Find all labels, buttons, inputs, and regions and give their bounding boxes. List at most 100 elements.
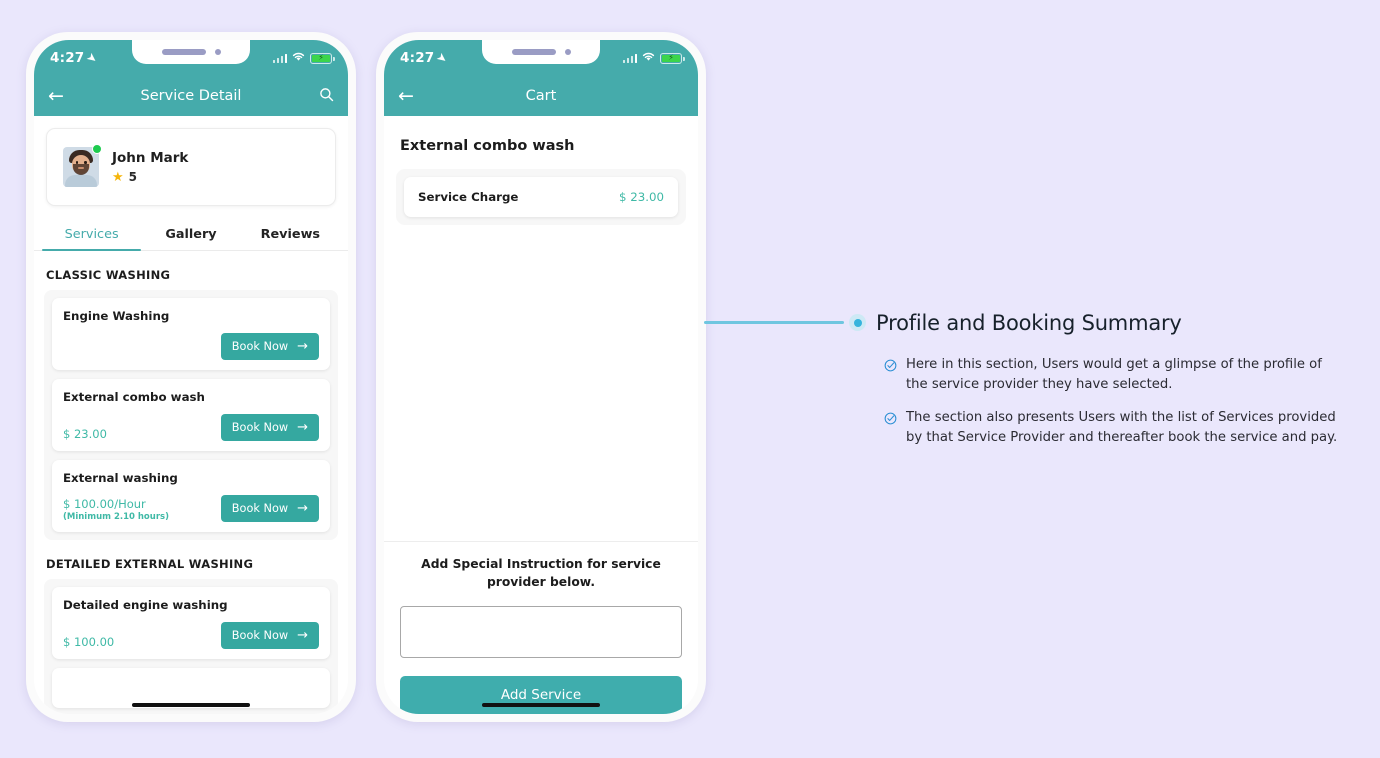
annotation-bullet: The section also presents Users with the…: [876, 408, 1346, 448]
tab-gallery[interactable]: Gallery: [141, 218, 240, 250]
wifi-icon: [292, 52, 305, 64]
annotation-bullet: Here in this section, Users would get a …: [876, 355, 1346, 395]
cart-line-item: Service Charge $ 23.00: [404, 177, 678, 217]
phone-mockup-service-detail: 4:27 ➤ ⚡ ← Service Detail John Mark ★ 5 …: [26, 32, 356, 722]
status-bar-clock: 4:27 ➤: [50, 49, 101, 67]
provider-name: John Mark: [112, 150, 189, 166]
annotation-bullet-list: Here in this section, Users would get a …: [876, 355, 1346, 448]
special-instruction-input[interactable]: [400, 606, 682, 658]
status-bar: 4:27 ➤ ⚡: [384, 40, 698, 76]
status-bar-icons: ⚡: [272, 52, 335, 64]
annotation-title: Profile and Booking Summary: [876, 311, 1182, 335]
book-now-button[interactable]: Book Now →: [220, 495, 319, 522]
search-icon[interactable]: [319, 87, 334, 106]
section-label-detailed-external-washing: DETAILED EXTERNAL WASHING: [46, 557, 254, 571]
cart-footer: Add Special Instruction for service prov…: [384, 541, 698, 714]
service-card-row: $ 100.00 Book Now →: [63, 621, 319, 649]
clock-time: 4:27: [50, 50, 85, 66]
navigation-bar: ← Service Detail: [34, 76, 348, 116]
book-now-label: Book Now: [231, 421, 289, 434]
battery-charging-icon: ⚡: [660, 52, 685, 64]
cart-body: External combo wash Service Charge $ 23.…: [384, 116, 698, 714]
phone-notch: [482, 40, 600, 64]
special-instruction-label: Add Special Instruction for service prov…: [421, 557, 661, 590]
book-now-label: Book Now: [231, 629, 289, 642]
phone-notch: [132, 40, 250, 64]
location-arrow-icon: ➤: [84, 49, 101, 67]
service-group-detailed-external-washing: Detailed engine washing $ 100.00 Book No…: [44, 579, 338, 714]
wifi-icon: [642, 52, 655, 64]
service-card[interactable]: External combo wash $ 23.00 Book Now →: [52, 379, 330, 451]
page-title: Service Detail: [140, 88, 242, 104]
service-card-row: Book Now →: [63, 332, 319, 360]
status-bar-clock: 4:27 ➤: [400, 49, 451, 67]
add-service-button[interactable]: Add Service: [400, 676, 682, 714]
annotation-bullet-text: Here in this section, Users would get a …: [906, 357, 1322, 393]
service-group-classic-washing: Engine Washing Book Now → External combo…: [44, 290, 338, 540]
page-title: Cart: [525, 88, 557, 104]
book-now-label: Book Now: [231, 502, 289, 515]
provider-profile-card[interactable]: John Mark ★ 5: [46, 128, 336, 206]
circle-check-icon: [884, 410, 897, 448]
annotation-connector-dot: [849, 314, 866, 331]
online-status-dot: [92, 144, 102, 154]
service-card[interactable]: External washing $ 100.00/Hour (Minimum …: [52, 460, 330, 532]
service-card-row: $ 100.00/Hour (Minimum 2.10 hours) Book …: [63, 494, 319, 522]
cart-service-title: External combo wash: [400, 138, 575, 154]
front-camera-icon: [564, 49, 571, 55]
tab-services[interactable]: Services: [42, 218, 142, 251]
arrow-right-icon: →: [297, 628, 308, 643]
screenshot-stage: 4:27 ➤ ⚡ ← Service Detail John Mark ★ 5 …: [0, 0, 1380, 758]
book-now-button[interactable]: Book Now →: [220, 622, 319, 649]
status-bar: 4:27 ➤ ⚡: [34, 40, 348, 76]
arrow-left-icon[interactable]: ←: [398, 86, 414, 106]
star-icon: ★: [112, 169, 124, 185]
service-name: External washing: [63, 471, 178, 485]
annotation-panel: Profile and Booking Summary Here in this…: [876, 311, 1346, 448]
arrow-right-icon: →: [297, 420, 308, 435]
battery-charging-icon: ⚡: [310, 52, 335, 64]
book-now-button[interactable]: Book Now →: [220, 414, 319, 441]
arrow-right-icon: →: [297, 501, 308, 516]
rating-value: 5: [128, 170, 138, 184]
provider-info: John Mark ★ 5: [112, 150, 188, 184]
screen-service-detail: 4:27 ➤ ⚡ ← Service Detail John Mark ★ 5 …: [34, 40, 348, 714]
arrow-right-icon: →: [297, 339, 308, 354]
service-price-block: $ 23.00: [63, 427, 107, 441]
phone-mockup-cart: 4:27 ➤ ⚡ ← Cart External combo wash Serv…: [376, 32, 706, 722]
home-indicator: [132, 702, 250, 707]
screen-cart: 4:27 ➤ ⚡ ← Cart External combo wash Serv…: [384, 40, 698, 714]
cart-line-items: Service Charge $ 23.00: [396, 169, 686, 225]
front-camera-icon: [214, 49, 221, 55]
arrow-left-icon[interactable]: ←: [48, 86, 64, 106]
status-bar-icons: ⚡: [622, 52, 685, 64]
service-name: Detailed engine washing: [63, 598, 228, 612]
tab-reviews[interactable]: Reviews: [241, 218, 340, 250]
book-now-button[interactable]: Book Now →: [220, 333, 319, 360]
speaker-grille-icon: [161, 49, 206, 55]
service-price-block: $ 100.00/Hour (Minimum 2.10 hours): [63, 497, 169, 522]
service-price: $ 100.00: [63, 635, 115, 649]
service-price: $ 100.00/Hour: [63, 497, 146, 511]
navigation-bar: ← Cart: [384, 76, 698, 116]
signal-bars-icon: [272, 53, 287, 63]
service-price: $ 23.00: [63, 427, 107, 441]
section-label-classic-washing: CLASSIC WASHING: [46, 268, 171, 282]
service-detail-body: John Mark ★ 5 Services Gallery Reviews C…: [34, 116, 348, 714]
provider-rating: ★ 5: [112, 170, 188, 184]
book-now-label: Book Now: [231, 340, 289, 353]
signal-bars-icon: [622, 53, 637, 63]
annotation-connector-line: [704, 321, 844, 324]
cart-spacer: [384, 225, 698, 541]
speaker-grille-icon: [511, 49, 556, 55]
service-card-row: $ 23.00 Book Now →: [63, 413, 319, 441]
service-card[interactable]: Engine Washing Book Now →: [52, 298, 330, 370]
service-name: Engine Washing: [63, 309, 170, 323]
detail-tabs: Services Gallery Reviews: [34, 218, 348, 251]
service-price-note: (Minimum 2.10 hours): [63, 512, 169, 522]
location-arrow-icon: ➤: [434, 49, 451, 67]
home-indicator: [482, 702, 600, 707]
service-name: External combo wash: [63, 390, 205, 404]
circle-check-icon: [884, 357, 897, 395]
service-card[interactable]: Detailed engine washing $ 100.00 Book No…: [52, 587, 330, 659]
